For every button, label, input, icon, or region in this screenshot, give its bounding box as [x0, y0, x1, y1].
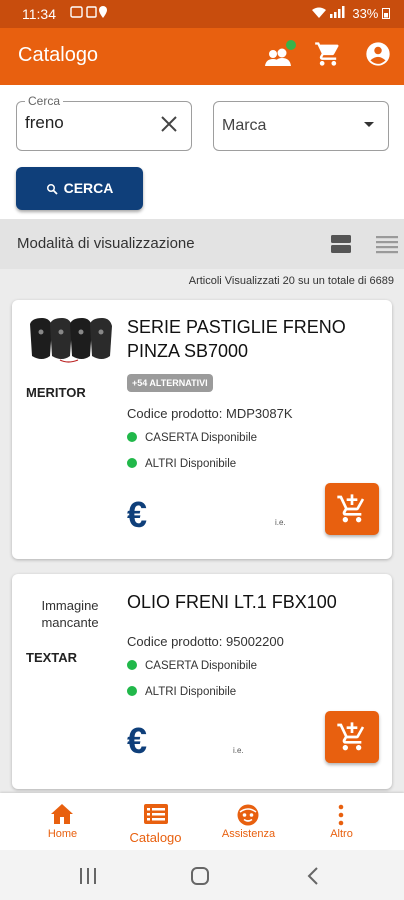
availability-caserta: CASERTA Disponibile: [127, 432, 257, 444]
product-card[interactable]: Immagine mancante TEXTAR OLIO FRENI LT.1…: [12, 574, 392, 789]
brand-select-placeholder: Marca: [222, 117, 267, 134]
price-currency: €: [127, 720, 148, 761]
results-count: Articoli Visualizzati 20 su un totale di…: [188, 275, 394, 287]
list-view-icon[interactable]: [376, 234, 398, 254]
support-icon: [237, 804, 259, 826]
alternatives-badge[interactable]: +54 ALTERNATIVI: [127, 374, 213, 392]
product-brand: MERITOR: [26, 385, 86, 400]
available-dot-icon: [127, 686, 137, 696]
view-mode-bar: Modalità di visualizzazione: [0, 219, 404, 269]
add-to-cart-button[interactable]: [325, 711, 379, 763]
cart-icon[interactable]: [314, 40, 346, 72]
search-button-label: CERCA: [63, 180, 114, 196]
add-to-cart-icon: [337, 494, 365, 523]
search-input-label: Cerca: [25, 94, 64, 108]
nav-assistenza-label: Assistenza: [221, 828, 276, 840]
vat-note: i.e.: [275, 518, 286, 527]
product-code: Codice prodotto: MDP3087K: [127, 406, 293, 421]
add-to-cart-icon: [337, 722, 365, 751]
vat-note: i.e.: [233, 746, 244, 755]
more-icon: [338, 804, 344, 826]
search-icon: [46, 184, 58, 195]
account-icon[interactable]: [364, 40, 396, 72]
card-view-icon[interactable]: [330, 233, 352, 255]
battery-level: 33%: [352, 6, 379, 21]
search-button[interactable]: CERCA: [16, 167, 143, 210]
available-dot-icon: [127, 432, 137, 442]
availability-others: ALTRI Disponibile: [127, 686, 236, 698]
availability-caserta: CASERTA Disponibile: [127, 660, 257, 672]
catalog-icon: [144, 804, 168, 824]
available-dot-icon: [127, 458, 137, 468]
nav-home[interactable]: Home: [12, 793, 113, 850]
price-currency: €: [127, 494, 148, 535]
battery-icon: [382, 8, 390, 19]
view-mode-label: Modalità di visualizzazione: [17, 235, 195, 252]
home-button-icon[interactable]: [190, 866, 210, 886]
availability-caserta-label: CASERTA Disponibile: [145, 660, 258, 672]
product-brand: TEXTAR: [26, 650, 78, 665]
missing-image-text: Immagine mancante: [41, 598, 99, 630]
availability-others-label: ALTRI Disponibile: [145, 458, 237, 470]
back-icon[interactable]: [306, 866, 320, 886]
availability-others: ALTRI Disponibile: [127, 458, 236, 470]
customers-icon[interactable]: [262, 40, 296, 72]
page-title: Catalogo: [18, 44, 99, 66]
brand-select[interactable]: Marca: [213, 101, 389, 151]
wifi-signal-icon: [311, 6, 345, 18]
availability-caserta-label: CASERTA Disponibile: [145, 432, 258, 444]
search-input-value[interactable]: freno: [25, 113, 64, 133]
add-to-cart-button[interactable]: [325, 483, 379, 535]
product-card[interactable]: MERITOR SERIE PASTIGLIE FRENO PINZA SB70…: [12, 300, 392, 559]
system-navigation: [0, 850, 404, 900]
system-status-icons: 33%: [311, 6, 390, 21]
search-input[interactable]: Cerca freno: [16, 94, 192, 151]
bottom-navigation: Home Catalogo Assistenza Altro: [0, 793, 404, 850]
home-icon: [51, 804, 73, 824]
product-name[interactable]: SERIE PASTIGLIE FRENO PINZA SB7000: [127, 315, 382, 363]
available-dot-icon: [127, 660, 137, 670]
notification-icons-svg: [70, 6, 107, 18]
product-code: Codice prodotto: 95002200: [127, 634, 284, 649]
nav-catalogo[interactable]: Catalogo: [105, 793, 206, 850]
clear-icon[interactable]: [159, 114, 179, 134]
notification-icons: [70, 5, 110, 22]
nav-assistenza[interactable]: Assistenza: [198, 793, 299, 850]
app-bar: Catalogo: [0, 28, 404, 85]
nav-altro[interactable]: Altro: [291, 793, 392, 850]
nav-catalogo-label: Catalogo: [129, 830, 182, 845]
dropdown-arrow-icon: [364, 122, 374, 127]
availability-others-label: ALTRI Disponibile: [145, 686, 237, 698]
recent-apps-icon[interactable]: [78, 867, 98, 885]
nav-altro-label: Altro: [330, 828, 353, 840]
product-name[interactable]: OLIO FRENI LT.1 FBX100: [127, 590, 382, 614]
status-bar: 11:34 33%: [0, 0, 404, 28]
product-image-brake-pads[interactable]: [26, 314, 116, 366]
search-panel: Cerca freno Marca CERCA: [0, 85, 404, 219]
status-time: 11:34: [22, 6, 56, 22]
nav-home-label: Home: [47, 828, 78, 840]
